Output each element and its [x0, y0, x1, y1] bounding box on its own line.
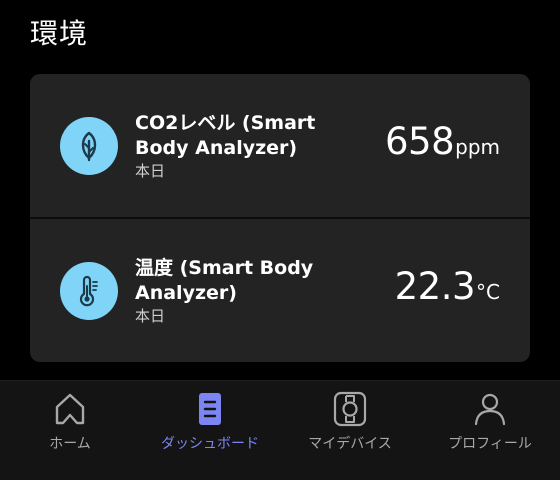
metric-value-number: 22.3 — [394, 265, 476, 308]
dashboard-icon — [192, 391, 228, 427]
nav-label: ダッシュボード — [161, 436, 259, 452]
bottom-navigation: ホーム ダッシュボード マイデバイス プロフィール — [0, 381, 560, 480]
thermometer-icon — [60, 262, 118, 320]
nav-item-profile[interactable]: プロフィール — [420, 381, 560, 480]
nav-item-dashboard[interactable]: ダッシュボード — [140, 381, 280, 480]
user-icon — [472, 391, 508, 427]
metric-period: 本日 — [135, 162, 166, 180]
metric-label: 温度 (Smart Body Analyzer) — [135, 257, 314, 304]
metric-row-co2[interactable]: CO2レベル (Smart Body Analyzer) 本日 658 ppm — [30, 74, 530, 217]
environment-card: CO2レベル (Smart Body Analyzer) 本日 658 ppm … — [30, 74, 530, 362]
leaf-icon — [60, 117, 118, 175]
nav-label: マイデバイス — [308, 436, 392, 452]
metric-value: 658 ppm — [385, 120, 500, 163]
nav-item-home[interactable]: ホーム — [0, 381, 140, 480]
metric-label: CO2レベル (Smart Body Analyzer) — [135, 112, 316, 159]
metric-text: CO2レベル (Smart Body Analyzer) 本日 — [135, 111, 345, 181]
metric-value-number: 658 — [385, 120, 455, 163]
nav-label: ホーム — [49, 436, 91, 452]
metric-value: 22.3 °C — [395, 265, 500, 308]
metric-row-temperature[interactable]: 温度 (Smart Body Analyzer) 本日 22.3 °C — [30, 219, 530, 362]
metric-value-unit: °C — [476, 280, 500, 304]
nav-label: プロフィール — [448, 436, 532, 452]
nav-item-my-devices[interactable]: マイデバイス — [280, 381, 420, 480]
metric-value-unit: ppm — [455, 135, 500, 159]
metric-text: 温度 (Smart Body Analyzer) 本日 — [135, 256, 345, 326]
home-icon — [52, 391, 88, 427]
page-title: 環境 — [30, 17, 89, 50]
metric-period: 本日 — [135, 307, 166, 325]
watch-icon — [332, 391, 368, 427]
